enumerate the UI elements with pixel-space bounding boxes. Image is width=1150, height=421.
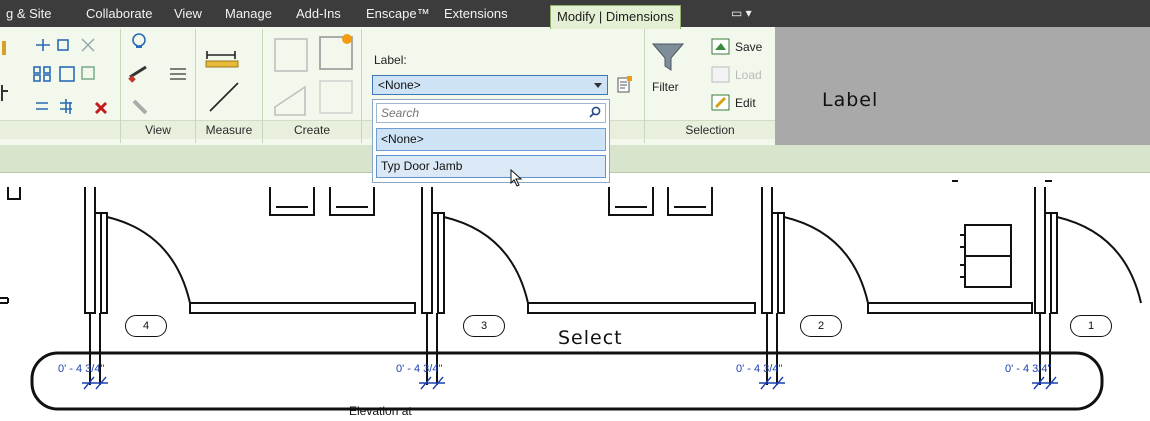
dropdown-item-typ-door-jamb[interactable]: Typ Door Jamb xyxy=(376,155,606,178)
panel-create-label: Create xyxy=(263,120,361,139)
dimension-value[interactable]: 0' - 4 3/4" xyxy=(1005,363,1051,375)
panel-measure-label: Measure xyxy=(196,120,262,139)
search-icon[interactable] xyxy=(589,106,601,118)
ribbon-tool-icons[interactable] xyxy=(0,27,370,120)
search-input[interactable] xyxy=(376,103,606,123)
label-field-title: Label: xyxy=(374,53,407,67)
label-select[interactable]: <None> xyxy=(372,75,608,95)
dimension-value[interactable]: 0' - 4 3/4" xyxy=(396,363,442,375)
ribbon-empty-area xyxy=(775,27,1150,145)
filter-icon[interactable] xyxy=(651,40,685,72)
edit-selection-icon[interactable] xyxy=(711,94,731,112)
edit-selection-button[interactable]: Edit xyxy=(735,96,756,110)
filter-button[interactable]: Filter xyxy=(652,80,679,94)
edit-label-icon[interactable] xyxy=(617,76,633,94)
chevron-down-icon[interactable] xyxy=(594,83,602,88)
dimension-value[interactable]: 0' - 4 3/4" xyxy=(736,363,782,375)
save-selection-icon[interactable] xyxy=(711,38,731,56)
tab-enscape[interactable]: Enscape™ xyxy=(360,0,436,27)
panel-separator xyxy=(361,29,362,143)
ribbon-tab-bar: g & Site Collaborate View Manage Add-Ins… xyxy=(0,0,1150,29)
floor-plan-canvas[interactable] xyxy=(0,173,1150,421)
tab-extensions[interactable]: Extensions xyxy=(438,0,514,27)
save-selection-button[interactable]: Save xyxy=(735,40,762,54)
mouse-cursor-icon xyxy=(510,169,523,187)
panel-view-label: View xyxy=(121,120,195,139)
label-select-value: <None> xyxy=(378,78,421,92)
door-tag[interactable]: 2 xyxy=(800,315,842,337)
load-selection-button[interactable]: Load xyxy=(735,68,762,82)
tab-building-site[interactable]: g & Site xyxy=(0,0,58,27)
load-selection-icon[interactable] xyxy=(711,66,731,84)
dropdown-item-none[interactable]: <None> xyxy=(376,128,606,151)
select-callout: Select xyxy=(558,327,623,349)
label-callout: Label xyxy=(822,89,879,111)
panel-modify-label xyxy=(0,120,120,139)
tab-collaborate[interactable]: Collaborate xyxy=(80,0,159,27)
label-dropdown-list: <None> Typ Door Jamb xyxy=(372,99,610,187)
panel-separator xyxy=(120,29,121,143)
tab-modify-dimensions[interactable]: Modify | Dimensions xyxy=(550,5,681,29)
tab-view[interactable]: View xyxy=(168,0,208,27)
tab-manage[interactable]: Manage xyxy=(219,0,278,27)
elevation-label: Elevation at xyxy=(349,404,412,418)
door-tag[interactable]: 4 xyxy=(125,315,167,337)
panel-separator xyxy=(644,29,645,143)
tab-add-ins[interactable]: Add-Ins xyxy=(290,0,347,27)
panel-separator xyxy=(195,29,196,143)
door-tag[interactable]: 3 xyxy=(463,315,505,337)
panel-separator xyxy=(262,29,263,143)
dimension-value[interactable]: 0' - 4 3/4" xyxy=(58,363,104,375)
door-tag[interactable]: 1 xyxy=(1070,315,1112,337)
tab-camera-menu[interactable]: ▭ ▾ xyxy=(725,0,758,27)
panel-selection-label: Selection xyxy=(645,120,775,139)
